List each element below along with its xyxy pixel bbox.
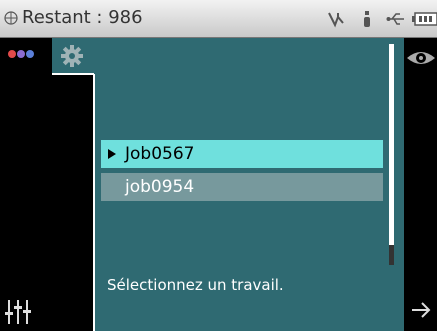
left-rail bbox=[0, 38, 52, 331]
job-label: Job0567 bbox=[125, 144, 195, 164]
battery-icon bbox=[412, 12, 437, 26]
selection-arrow-icon bbox=[108, 149, 116, 159]
divider bbox=[52, 73, 94, 75]
vector-icon bbox=[328, 12, 344, 28]
job-label: job0954 bbox=[125, 177, 195, 197]
eye-icon[interactable] bbox=[406, 48, 436, 68]
sidebar-gap bbox=[52, 74, 94, 331]
color-dot bbox=[17, 50, 25, 58]
job-list-item-selected[interactable]: Job0567 bbox=[101, 140, 383, 168]
divider bbox=[93, 74, 95, 331]
probe-icon bbox=[364, 11, 370, 27]
color-dot bbox=[26, 50, 34, 58]
scrollbar-thumb[interactable] bbox=[389, 245, 394, 265]
status-bar: Restant : 986 bbox=[0, 0, 437, 38]
scrollbar[interactable] bbox=[389, 44, 394, 264]
usb-icon bbox=[386, 13, 404, 25]
sliders-icon[interactable] bbox=[4, 298, 44, 324]
remaining-count: Restant : 986 bbox=[22, 7, 143, 28]
right-rail bbox=[404, 38, 437, 331]
instruction-text: Sélectionnez un travail. bbox=[107, 276, 284, 294]
job-list-item[interactable]: job0954 bbox=[101, 173, 383, 201]
arrow-right-icon[interactable] bbox=[410, 299, 432, 321]
color-dot bbox=[8, 50, 16, 58]
settings-tab[interactable] bbox=[52, 38, 94, 74]
color-dots-icon[interactable] bbox=[8, 50, 48, 60]
gear-icon bbox=[61, 45, 83, 67]
globe-icon bbox=[4, 11, 18, 25]
